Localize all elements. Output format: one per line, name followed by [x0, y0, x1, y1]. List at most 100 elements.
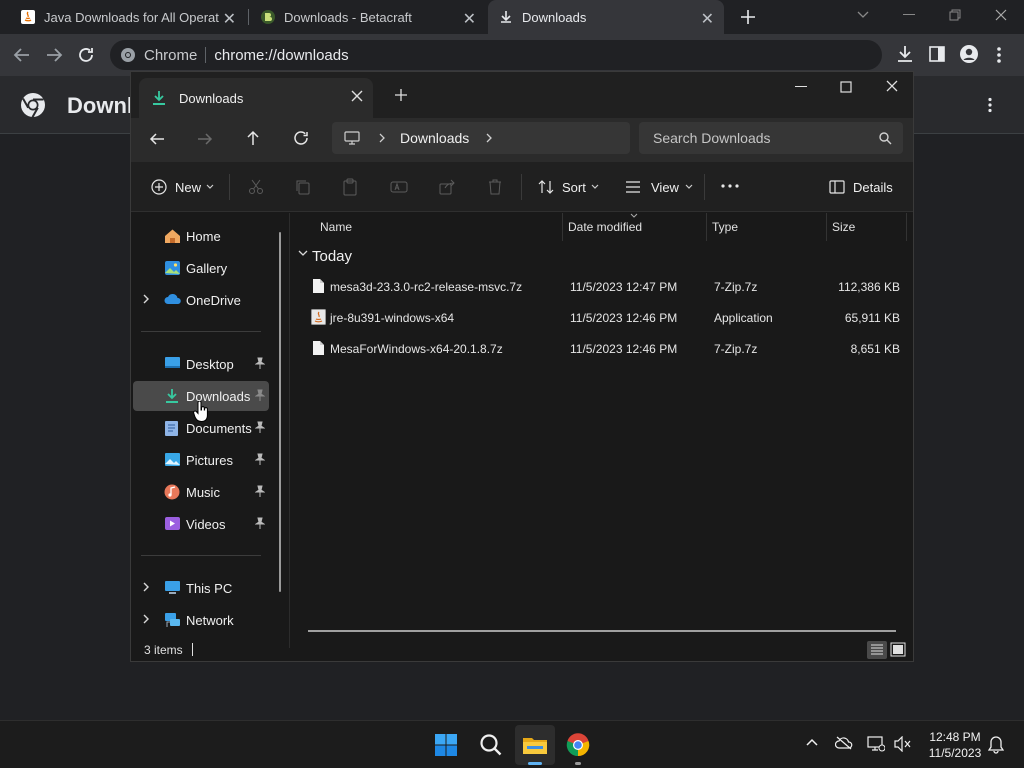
sort-button[interactable]: Sort [538, 162, 599, 212]
minimize-icon[interactable] [795, 86, 807, 88]
table-row[interactable]: jre-8u391-windows-x64 11/5/2023 12:46 PM… [290, 302, 914, 333]
new-tab-icon[interactable] [394, 88, 408, 102]
onedrive-offline-icon[interactable] [835, 736, 853, 750]
tab-search-chevron-icon[interactable] [840, 0, 886, 30]
chevron-right-icon[interactable] [485, 133, 493, 143]
new-tab-icon[interactable] [738, 7, 758, 27]
close-tab-icon[interactable] [351, 90, 363, 102]
column-label: Date modified [568, 220, 643, 234]
delete-icon[interactable] [487, 179, 503, 195]
system-clock[interactable]: 12:48 PM 11/5/2023 [918, 729, 992, 761]
file-explorer-taskbar-icon[interactable] [515, 725, 555, 765]
group-header-today[interactable]: Today [312, 248, 352, 265]
omnibox[interactable]: Chrome chrome://downloads [110, 40, 882, 70]
network-status-icon[interactable] [867, 736, 885, 752]
back-arrow-icon[interactable] [149, 131, 165, 147]
close-tab-icon[interactable]: ✕ [701, 9, 714, 29]
nav-item-pictures[interactable]: Pictures [133, 445, 269, 475]
page-menu-icon[interactable] [987, 97, 993, 113]
paste-icon[interactable] [342, 178, 358, 196]
details-view-toggle[interactable] [867, 641, 887, 659]
pin-icon[interactable] [255, 453, 265, 465]
nav-divider [141, 331, 261, 332]
forward-arrow-icon[interactable] [197, 131, 213, 147]
explorer-address-row: Downloads Search Downloads [131, 118, 913, 162]
pin-icon[interactable] [255, 517, 265, 529]
chrome-taskbar-icon[interactable] [558, 725, 598, 765]
nav-item-onedrive[interactable]: OneDrive [133, 285, 269, 315]
side-panel-icon[interactable] [928, 45, 946, 63]
clock-time: 12:48 PM [929, 730, 981, 744]
horizontal-scrollbar[interactable] [308, 630, 896, 632]
reload-icon[interactable] [76, 45, 96, 65]
nav-scrollbar[interactable] [279, 232, 281, 592]
chevron-right-icon[interactable] [142, 582, 150, 592]
minimize-icon[interactable] [886, 0, 932, 30]
new-button[interactable]: New [151, 162, 214, 212]
details-button[interactable]: Details [829, 162, 893, 212]
chrome-logo-icon [121, 48, 135, 62]
chevron-right-icon[interactable] [142, 614, 150, 624]
chrome-tab-downloads[interactable]: Downloads ✕ [488, 0, 724, 34]
tiles-view-icon[interactable] [890, 642, 906, 657]
copy-icon[interactable] [295, 179, 311, 195]
column-header-size[interactable]: Size [826, 213, 906, 241]
refresh-icon[interactable] [293, 130, 309, 146]
more-options-icon[interactable] [721, 184, 739, 188]
table-row[interactable]: mesa3d-23.3.0-rc2-release-msvc.7z 11/5/2… [290, 271, 914, 302]
nav-item-gallery[interactable]: Gallery [133, 253, 269, 283]
nav-label: Pictures [186, 452, 233, 468]
computer-icon [165, 581, 180, 594]
column-header-type[interactable]: Type [706, 213, 826, 241]
profile-avatar-icon[interactable] [959, 44, 979, 64]
pin-icon[interactable] [255, 389, 265, 401]
file-size: 112,386 KB [838, 280, 900, 294]
close-window-icon[interactable] [886, 80, 898, 92]
column-header-date-modified[interactable]: Date modified [562, 213, 706, 241]
cut-icon[interactable] [248, 179, 264, 195]
pin-icon[interactable] [255, 357, 265, 369]
notification-bell-icon[interactable] [988, 736, 1004, 754]
breadcrumb-downloads[interactable]: Downloads [400, 130, 469, 146]
kebab-menu-icon[interactable] [996, 46, 1002, 64]
nav-item-home[interactable]: Home [133, 221, 269, 251]
back-arrow-icon[interactable] [12, 45, 32, 65]
chevron-right-icon[interactable] [142, 294, 150, 304]
nav-item-music[interactable]: Music [133, 477, 269, 507]
start-button-windows-icon[interactable] [426, 725, 466, 765]
chrome-tab-java[interactable]: Java Downloads for All Operating Systems… [10, 0, 246, 34]
chrome-tab-betacraft[interactable]: Downloads - Betacraft ✕ [250, 0, 486, 34]
chevron-right-icon[interactable] [378, 133, 386, 143]
volume-muted-icon[interactable] [894, 736, 912, 752]
up-arrow-icon[interactable] [245, 130, 261, 146]
address-bar[interactable]: Downloads [332, 122, 630, 154]
maximize-icon[interactable] [840, 81, 852, 93]
pin-icon[interactable] [255, 421, 265, 433]
table-row[interactable]: MesaForWindows-x64-20.1.8.7z 11/5/2023 1… [290, 333, 914, 364]
explorer-tab-downloads[interactable]: Downloads [139, 78, 373, 118]
nav-item-this-pc[interactable]: This PC [133, 573, 269, 603]
cloud-icon [164, 293, 181, 304]
nav-item-network[interactable]: Network [133, 605, 269, 635]
pin-icon[interactable] [255, 485, 265, 497]
forward-arrow-icon[interactable] [44, 45, 64, 65]
close-tab-icon[interactable]: ✕ [223, 9, 236, 29]
close-window-icon[interactable] [978, 0, 1024, 30]
nav-item-videos[interactable]: Videos [133, 509, 269, 539]
tray-chevron-up-icon[interactable] [806, 738, 818, 746]
column-separator[interactable] [906, 213, 907, 241]
search-icon[interactable] [471, 725, 511, 765]
column-header-name[interactable]: Name [314, 213, 562, 241]
restore-icon[interactable] [932, 0, 978, 30]
download-icon [153, 91, 165, 105]
downloads-toolbar-icon[interactable] [896, 45, 914, 63]
nav-item-desktop[interactable]: Desktop [133, 349, 269, 379]
details-button-label: Details [853, 179, 893, 195]
search-box[interactable]: Search Downloads [639, 122, 903, 154]
view-button[interactable]: View [625, 162, 693, 212]
share-icon[interactable] [439, 179, 455, 195]
rename-icon[interactable] [390, 179, 408, 195]
close-tab-icon[interactable]: ✕ [463, 9, 476, 29]
group-collapse-chevron-icon[interactable] [298, 250, 308, 258]
search-input[interactable]: Search Downloads [653, 130, 771, 146]
